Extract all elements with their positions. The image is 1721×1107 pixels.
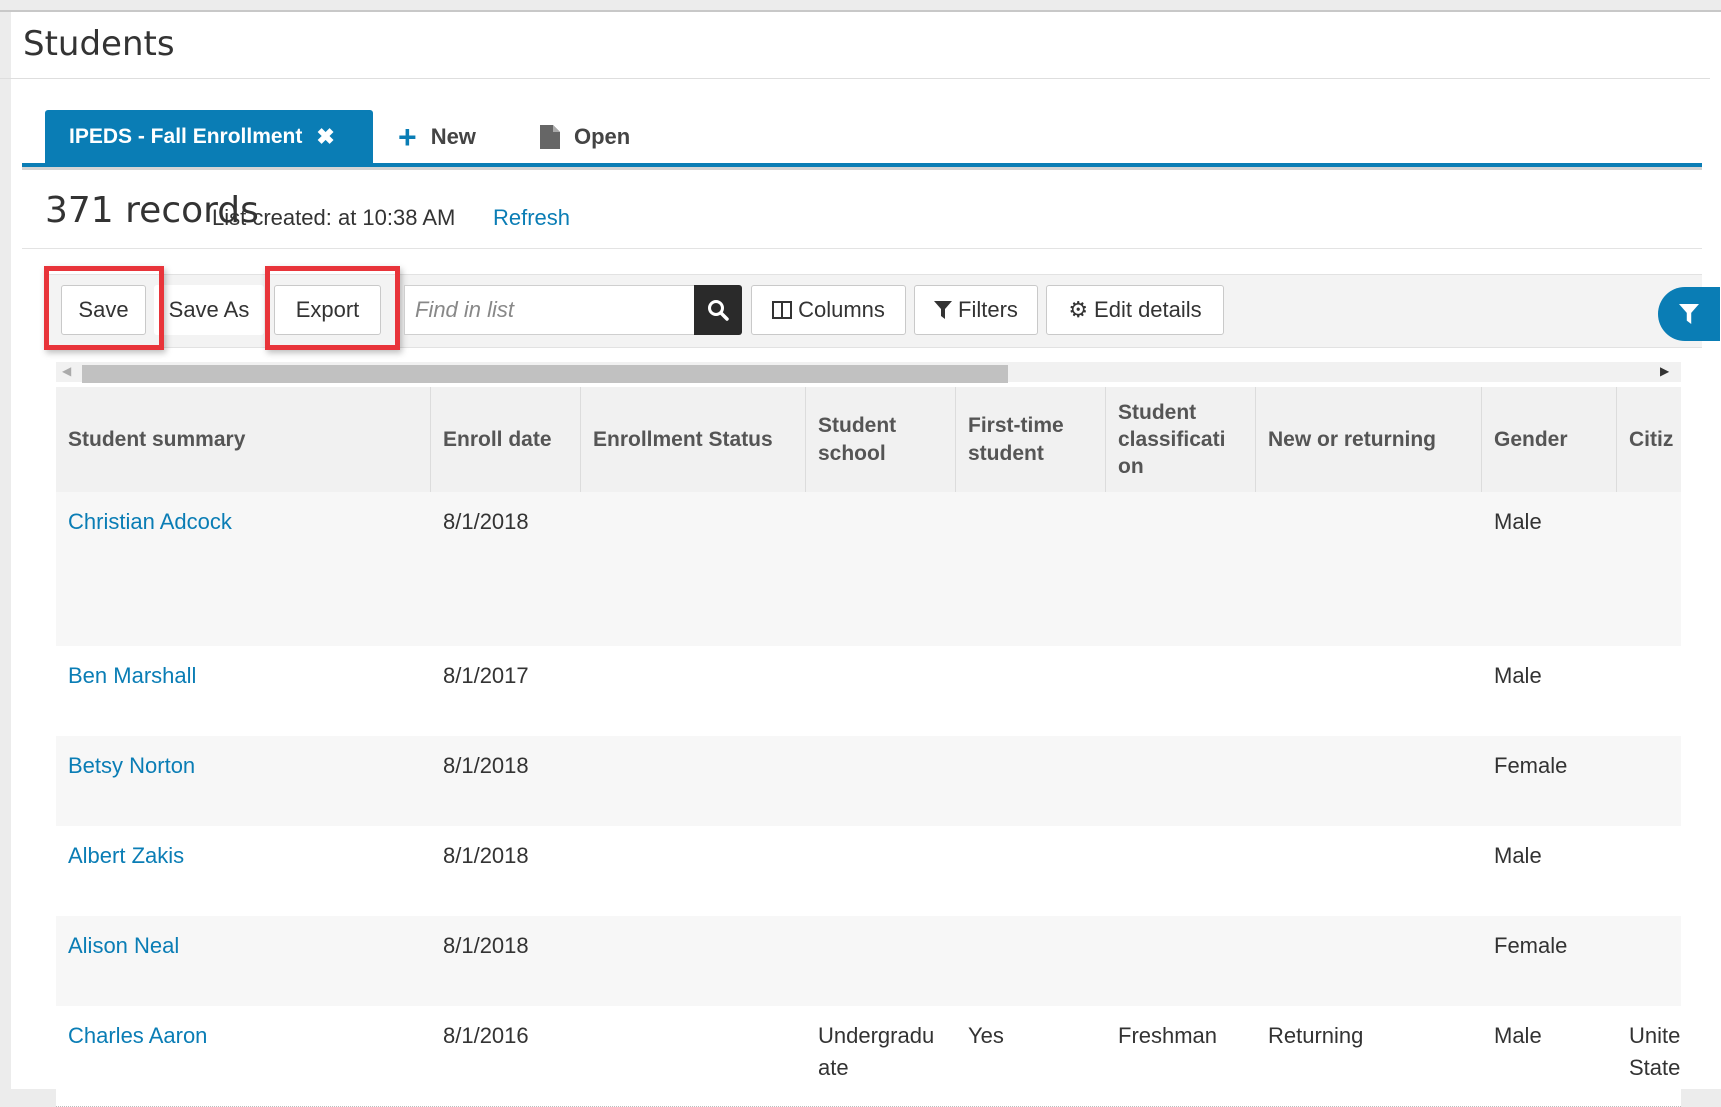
close-icon[interactable]: ✖ — [316, 124, 334, 150]
scrollbar-thumb[interactable] — [82, 365, 1008, 383]
search-icon — [708, 300, 729, 321]
columns-button[interactable]: Columns — [751, 285, 906, 335]
list-created-text: List created: at 10:38 AM — [212, 205, 456, 230]
export-highlight-box — [265, 266, 400, 350]
new-or-returning-cell: Returning — [1268, 1023, 1364, 1048]
enroll-date-cell: 8/1/2018 — [443, 509, 529, 534]
gender-cell: Female — [1494, 933, 1568, 958]
student-name-link[interactable]: Betsy Norton — [68, 750, 428, 782]
column-header[interactable]: Citiz — [1617, 387, 1681, 492]
column-header[interactable]: New or returning — [1256, 387, 1482, 492]
plus-icon: + — [398, 118, 417, 155]
first-time-student-cell: Yes — [968, 1023, 1004, 1048]
columns-icon — [772, 301, 793, 319]
filter-panel-toggle[interactable] — [1658, 287, 1720, 341]
column-header[interactable]: Student school — [806, 387, 956, 492]
column-header[interactable]: First-time student — [956, 387, 1106, 492]
enroll-date-cell: 8/1/2018 — [443, 933, 529, 958]
filters-label: Filters — [958, 297, 1018, 322]
search-button[interactable] — [694, 285, 742, 335]
scroll-right-arrow-icon[interactable]: ▶ — [1660, 364, 1669, 378]
find-in-list-input[interactable]: Find in list — [404, 285, 694, 335]
refresh-link[interactable]: Refresh — [493, 205, 570, 231]
gear-icon: ⚙ — [1068, 297, 1089, 322]
gender-cell: Male — [1494, 843, 1542, 868]
edit-details-label: Edit details — [1094, 297, 1202, 322]
student-name-link[interactable]: Ben Marshall — [68, 660, 428, 692]
tab-underline-shadow — [22, 167, 1702, 170]
student-name-link[interactable]: Charles Aaron — [68, 1020, 428, 1052]
column-header[interactable]: Enroll date — [431, 387, 581, 492]
tab-label: IPEDS - Fall Enrollment — [69, 124, 303, 148]
student-name-link[interactable]: Albert Zakis — [68, 840, 428, 872]
title-divider — [0, 78, 1710, 79]
page-title: Students — [23, 24, 175, 64]
save-as-button[interactable]: Save As — [154, 285, 264, 335]
scroll-left-arrow-icon[interactable]: ◀ — [62, 364, 71, 378]
citizenship-cell: Unite State — [1629, 1023, 1681, 1080]
new-list-button[interactable]: + New — [398, 110, 476, 163]
enroll-date-cell: 8/1/2016 — [443, 1023, 529, 1048]
filters-button[interactable]: Filters — [914, 285, 1038, 335]
student-classification-cell: Freshman — [1118, 1023, 1218, 1048]
gender-cell: Male — [1494, 1023, 1542, 1048]
new-label: New — [430, 123, 476, 149]
save-highlight-box — [44, 266, 164, 350]
enroll-date-cell: 8/1/2018 — [443, 753, 529, 778]
filter-icon — [1679, 304, 1699, 324]
document-icon — [540, 124, 560, 149]
gender-cell: Male — [1494, 509, 1542, 534]
open-label: Open — [574, 123, 631, 149]
column-header[interactable]: Student classificati on — [1106, 387, 1256, 492]
records-divider — [22, 248, 1702, 249]
open-list-button[interactable]: Open — [540, 110, 630, 163]
edit-details-button[interactable]: ⚙ Edit details — [1046, 285, 1224, 335]
columns-label: Columns — [798, 297, 885, 322]
student-name-link[interactable]: Christian Adcock — [68, 506, 428, 538]
student-name-link[interactable]: Alison Neal — [68, 930, 428, 962]
enroll-date-cell: 8/1/2017 — [443, 663, 529, 688]
gender-cell: Female — [1494, 753, 1568, 778]
enroll-date-cell: 8/1/2018 — [443, 843, 529, 868]
gender-cell: Male — [1494, 663, 1542, 688]
column-header[interactable]: Enrollment Status — [581, 387, 806, 492]
filter-icon — [934, 301, 953, 319]
column-header[interactable]: Gender — [1482, 387, 1617, 492]
column-header[interactable]: Student summary — [56, 387, 431, 492]
student-school-cell: Undergradu ate — [818, 1023, 935, 1080]
tab-ipeds-fall-enrollment[interactable]: IPEDS - Fall Enrollment ✖ — [45, 110, 373, 163]
